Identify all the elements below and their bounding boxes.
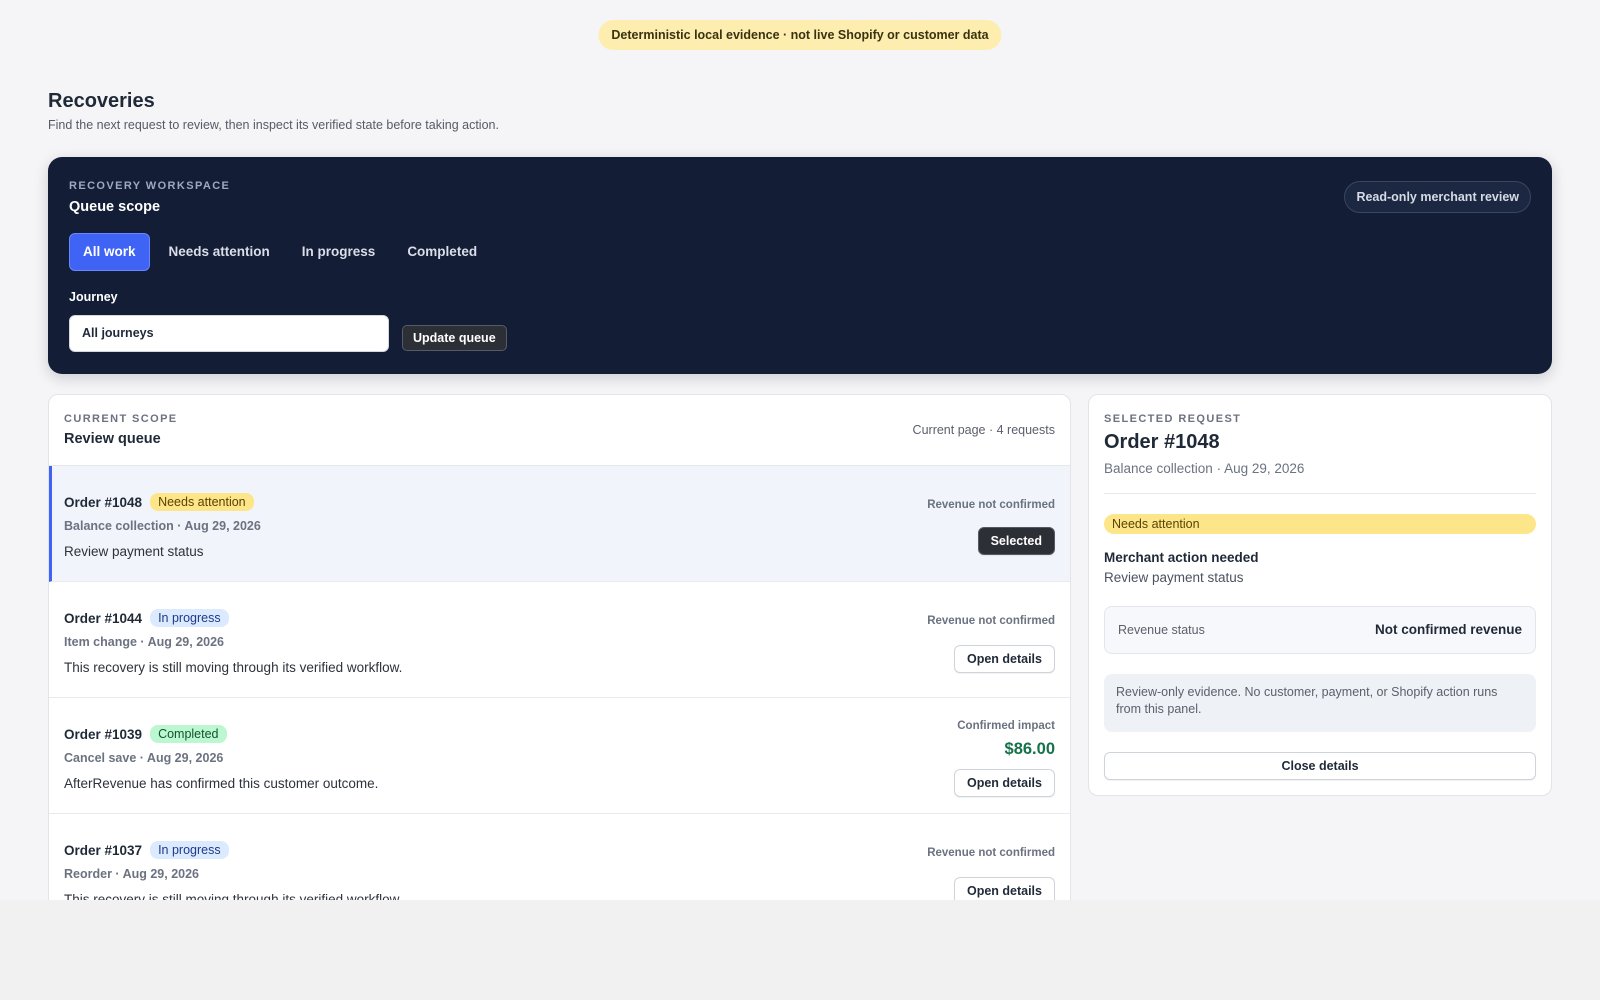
revenue-status: Revenue not confirmed [927,499,1055,511]
row-description: This recovery is still moving through it… [64,660,403,675]
queue-header: CURRENT SCOPE Review queue Current page … [49,395,1070,466]
row-meta: Item change · Aug 29, 2026 [64,635,225,649]
row-meta: Reorder · Aug 29, 2026 [64,867,200,881]
queue-title: Review queue [64,431,161,447]
revenue-status: Revenue not confirmed [927,615,1055,627]
queue-eyebrow: CURRENT SCOPE [64,413,178,425]
order-number: Order #1048 [64,494,143,510]
row-title: Order #1048 Needs attention [64,493,254,511]
page-title: Recoveries [48,90,155,112]
revenue-status-value: Not confirmed revenue [1374,622,1522,637]
open-details-button[interactable]: Open details [953,877,1055,900]
tab-completed[interactable]: Completed [394,233,490,271]
revenue-status-box: Revenue status Not confirmed revenue [1104,606,1536,654]
queue-count: Current page · 4 requests [912,423,1055,437]
read-only-badge: Read-only merchant review [1344,181,1531,213]
row-title: Order #1037 In progress [64,841,229,859]
open-details-button[interactable]: Open details [953,769,1055,797]
row-title: Order #1039 Completed [64,725,227,743]
row-description: AfterRevenue has confirmed this customer… [64,776,379,791]
recovery-workspace-panel: RECOVERY WORKSPACE Queue scope Read-only… [48,157,1552,374]
order-number: Order #1037 [64,842,143,858]
confirmed-impact-label: Confirmed impact [957,720,1055,732]
selected-button[interactable]: Selected [977,527,1055,555]
detail-meta: Balance collection · Aug 29, 2026 [1104,461,1305,476]
order-number: Order #1039 [64,726,143,742]
queue-row-1039[interactable]: Order #1039 Completed Cancel save · Aug … [49,698,1070,814]
detail-title: Order #1048 [1104,431,1220,453]
queue-row-1044[interactable]: Order #1044 In progress Item change · Au… [49,582,1070,698]
detail-divider [1104,493,1536,494]
workspace-title: Queue scope [69,199,161,215]
confirmed-impact-amount: $86.00 [1004,740,1055,758]
row-description: Review payment status [64,544,204,559]
app-viewport: Deterministic local evidence · not live … [0,0,1600,900]
merchant-action-title: Merchant action needed [1104,550,1259,565]
selected-request-panel: SELECTED REQUEST Order #1048 Balance col… [1088,394,1552,796]
merchant-action-description: Review payment status [1104,570,1244,585]
order-number: Order #1044 [64,610,143,626]
status-badge: Needs attention [150,493,254,511]
status-badge: Completed [150,725,227,743]
review-only-note: Review-only evidence. No customer, payme… [1104,674,1536,732]
open-details-button[interactable]: Open details [953,645,1055,673]
revenue-status: Revenue not confirmed [927,847,1055,859]
tab-needs-attention[interactable]: Needs attention [156,233,283,271]
queue-scope-tabs: All work Needs attention In progress Com… [69,233,496,271]
status-badge: In progress [150,841,229,859]
detail-eyebrow: SELECTED REQUEST [1104,413,1242,425]
row-title: Order #1044 In progress [64,609,229,627]
tab-all-work[interactable]: All work [69,233,150,271]
review-queue-panel: CURRENT SCOPE Review queue Current page … [48,394,1071,900]
revenue-status-label: Revenue status [1118,623,1205,637]
page-subtitle: Find the next request to review, then in… [48,118,499,132]
status-badge: In progress [150,609,229,627]
row-description: This recovery is still moving through it… [64,892,403,900]
tab-in-progress[interactable]: In progress [289,233,389,271]
queue-row-1048[interactable]: Order #1048 Needs attention Balance coll… [49,466,1070,582]
close-details-button[interactable]: Close details [1104,752,1536,780]
journey-select[interactable]: All journeys [69,315,389,352]
row-meta: Cancel save · Aug 29, 2026 [64,751,224,765]
queue-row-1037[interactable]: Order #1037 In progress Reorder · Aug 29… [49,814,1070,900]
journey-label: Journey [69,290,118,304]
row-meta: Balance collection · Aug 29, 2026 [64,519,261,533]
evidence-banner: Deterministic local evidence · not live … [598,20,1002,50]
detail-status-badge: Needs attention [1104,514,1536,534]
workspace-eyebrow: RECOVERY WORKSPACE [69,180,231,192]
update-queue-button[interactable]: Update queue [402,325,507,351]
